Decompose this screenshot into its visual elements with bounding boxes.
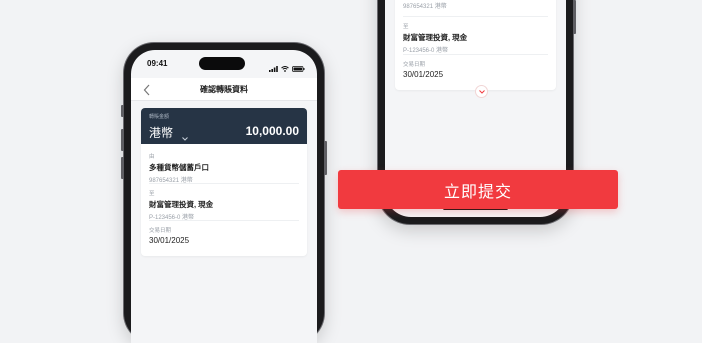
from-account-detail: 987654321 港幣 — [403, 4, 447, 10]
to-label: 至 — [149, 191, 155, 197]
side-button — [573, 0, 576, 34]
confirm-transfer-screen: 09:41 確認轉賬資料 轉賬金額 港幣 10,000.00 由 多種貨幣儲蓄戶… — [131, 50, 317, 343]
expand-chevron-icon[interactable] — [476, 86, 487, 97]
signal-icon — [269, 59, 278, 77]
dynamic-island — [199, 57, 245, 70]
to-account-field: 至 財富管理投資, 現金 P-123456-0 港幣 — [149, 189, 213, 221]
to-account-name: 財富管理投資, 現金 — [403, 33, 468, 42]
date-value: 30/01/2025 — [149, 236, 190, 245]
to-account-name: 財富管理投資, 現金 — [149, 200, 214, 209]
battery-icon — [292, 59, 305, 77]
amount-panel: 轉賬金額 港幣 10,000.00 — [141, 108, 307, 144]
from-account-name: 多種貨幣儲蓄戶口 — [149, 163, 209, 172]
side-button — [121, 157, 124, 179]
divider — [149, 220, 299, 221]
side-button — [324, 141, 327, 175]
to-account-detail: P-123456-0 港幣 — [403, 48, 449, 54]
nav-bar: 確認轉賬資料 — [131, 78, 317, 101]
from-account-field: 987654321 港幣 — [403, 1, 447, 10]
currency-selector[interactable]: 港幣 — [149, 124, 173, 141]
side-button — [121, 105, 124, 117]
side-button — [121, 129, 124, 151]
submit-button[interactable]: 立即提交 — [338, 170, 618, 209]
status-icons — [269, 59, 305, 77]
date-label: 交易日期 — [149, 228, 172, 234]
phone-frame-left: 09:41 確認轉賬資料 轉賬金額 港幣 10,000.00 由 多種貨幣儲蓄戶… — [121, 43, 327, 343]
date-value: 30/01/2025 — [403, 70, 444, 79]
status-time: 09:41 — [147, 59, 168, 68]
back-arrow-icon[interactable] — [143, 83, 151, 101]
page-title: 確認轉賬資料 — [200, 84, 248, 94]
from-account-field: 由 多種貨幣儲蓄戶口 987654321 港幣 — [149, 152, 209, 184]
wifi-icon — [281, 59, 289, 77]
from-label: 由 — [149, 154, 155, 160]
to-label: 至 — [403, 24, 409, 30]
date-field: 交易日期 30/01/2025 — [149, 226, 189, 245]
divider — [149, 183, 299, 184]
transfer-summary-card: 987654321 港幣 至 財富管理投資, 現金 P-123456-0 港幣 … — [395, 0, 556, 90]
amount-caption: 轉賬金額 — [149, 114, 170, 120]
transfer-summary-card: 轉賬金額 港幣 10,000.00 由 多種貨幣儲蓄戶口 987654321 港… — [141, 108, 307, 256]
divider — [403, 16, 548, 17]
divider — [403, 54, 548, 55]
date-label: 交易日期 — [403, 62, 426, 68]
date-field: 交易日期 30/01/2025 — [403, 60, 443, 79]
amount-value: 10,000.00 — [245, 124, 299, 138]
to-account-field: 至 財富管理投資, 現金 P-123456-0 港幣 — [403, 22, 467, 54]
chevron-down-icon[interactable] — [182, 128, 188, 146]
